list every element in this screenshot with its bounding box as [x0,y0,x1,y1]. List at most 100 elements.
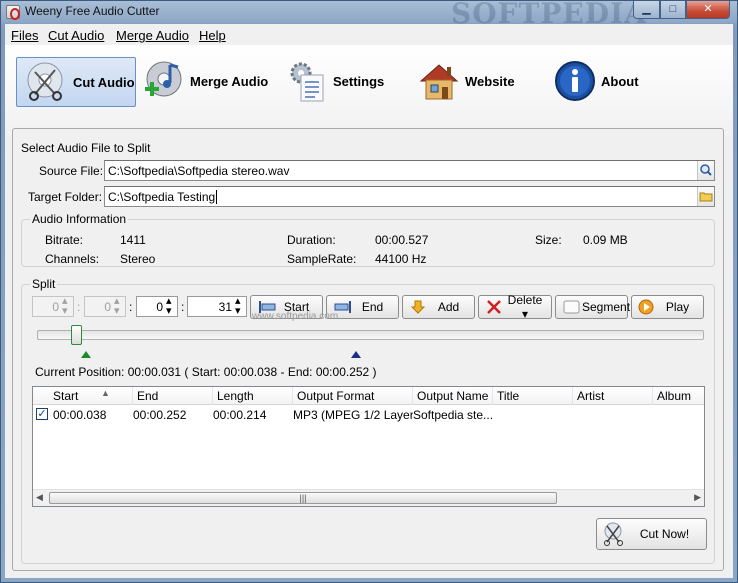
millisecond-spinner[interactable]: 31 [187,294,247,317]
channels-value: Stereo [120,252,156,266]
slider-thumb[interactable] [71,325,83,345]
menu-files[interactable]: Files [11,28,38,43]
second-spinner[interactable]: 0 [136,294,178,317]
scroll-left-icon[interactable]: ◀ [36,492,43,503]
source-file-label: Source File: [39,164,104,178]
colon-separator: : [77,300,81,314]
settings-button[interactable]: Settings [285,56,385,106]
column-output-format[interactable]: Output Format [293,387,413,405]
spin-arrows[interactable] [113,294,124,317]
column-title[interactable]: Title [493,387,573,405]
app-window: Weeny Free Audio Cutter SOFTPEDIA ▁ □ ✕ … [0,0,738,583]
browse-file-button[interactable] [697,161,714,180]
scissors-cd-icon [25,60,69,104]
set-end-label: End [361,300,384,314]
audio-info-title: Audio Information [30,212,129,226]
segment-button[interactable]: Segment [555,295,630,319]
title-bar[interactable]: Weeny Free Audio Cutter SOFTPEDIA ▁ □ ✕ [1,0,737,30]
text-cursor [216,190,218,204]
channels-label: Channels: [45,252,100,266]
about-button[interactable]: About [553,56,643,106]
column-start[interactable]: Start ▲ [33,387,133,405]
bitrate-value: 1411 [120,233,146,247]
column-start-label: Start [53,389,79,403]
current-position-text: Current Position: 00:00.031 ( Start: 00:… [35,365,377,379]
position-slider[interactable] [37,330,704,340]
start-marker-icon [81,351,91,358]
row-output-format: MP3 (MPEG 1/2 Layer 3) [293,408,413,422]
target-folder-field[interactable]: C:\Softpedia Testing [104,186,715,207]
browse-folder-button[interactable] [697,187,714,206]
split-title: Split [30,277,58,291]
segment-icon [562,299,582,315]
table-row[interactable]: ✓ 00:00.038 00:00.252 00:00.214 MP3 (MPE… [34,405,703,423]
minute-spinner[interactable]: 0 [84,294,126,317]
horizontal-scrollbar[interactable]: ◀ ||| ▶ [33,489,704,506]
samplerate-label: SampleRate: [287,252,357,266]
spin-arrows[interactable] [165,294,176,317]
column-end[interactable]: End [133,387,213,405]
menu-merge-audio[interactable]: Merge Audio [116,28,189,43]
source-file-field[interactable]: C:\Softpedia\Softpedia stereo.wav [104,160,715,181]
list-header: Start ▲ End Length Output Format Output N… [33,387,704,405]
settings-gears-icon [285,59,329,103]
cut-audio-panel: Select Audio File to Split Source File: … [12,128,724,571]
delete-x-icon [485,299,505,315]
menu-bar: Files Cut Audio Merge Audio Help [5,24,733,45]
delete-segment-button[interactable]: Delete ▾ [478,293,552,321]
segments-list[interactable]: Start ▲ End Length Output Format Output N… [32,386,705,507]
delete-segment-text: Delete [507,293,543,307]
cut-now-label: Cut Now! [639,527,690,541]
app-icon [6,5,20,20]
scrollbar-thumb[interactable]: ||| [49,492,557,504]
colon-separator: : [181,300,185,314]
minute-value: 0 [104,300,111,314]
cut-audio-button[interactable]: Cut Audio [16,57,136,107]
row-length: 00:00.214 [213,408,267,422]
row-checkbox[interactable]: ✓ [36,408,48,420]
spin-arrows[interactable] [234,294,245,317]
website-button[interactable]: Website [417,56,517,106]
minimize-button[interactable]: ▁ [633,1,660,19]
folder-icon [699,192,713,202]
split-group: Split 0 : 0 : 0 : 31 Start [21,277,715,564]
toolbar: Cut Audio Merge Audio Settings Website A… [5,45,733,137]
maximize-button[interactable]: □ [660,1,686,19]
hour-spinner[interactable]: 0 [32,294,74,317]
play-icon [638,299,658,315]
second-value: 0 [156,300,163,314]
column-output-name[interactable]: Output Name [413,387,493,405]
play-button[interactable]: Play [631,295,704,319]
column-album[interactable]: Album [653,387,704,405]
column-length[interactable]: Length [213,387,293,405]
play-label: Play [665,300,690,314]
window-title: Weeny Free Audio Cutter [25,4,160,18]
row-output-name: Softpedia ste... [413,408,493,422]
down-arrow-icon [409,299,429,315]
target-folder-value: C:\Softpedia Testing [108,190,216,204]
close-button[interactable]: ✕ [686,1,730,19]
menu-cut-audio[interactable]: Cut Audio [48,28,104,43]
spin-arrows[interactable] [61,294,72,317]
merge-audio-button[interactable]: Merge Audio [142,56,268,106]
cut-now-button[interactable]: Cut Now! [596,518,707,550]
menu-help[interactable]: Help [199,28,226,43]
size-label: Size: [535,233,562,247]
add-segment-button[interactable]: Add [402,295,475,319]
end-marker-icon [351,351,361,358]
delete-segment-label: Delete ▾ [505,293,551,321]
client-area: Files Cut Audio Merge Audio Help Cut Aud… [5,24,733,578]
add-segment-label: Add [437,300,460,314]
merge-cd-icon [142,59,186,103]
bitrate-label: Bitrate: [45,233,84,247]
duration-label: Duration: [287,233,336,247]
about-label: About [601,73,639,89]
source-file-value: C:\Softpedia\Softpedia stereo.wav [108,164,290,178]
scroll-right-icon[interactable]: ▶ [694,492,701,503]
size-value: 0.09 MB [583,233,628,247]
sort-ascending-icon: ▲ [101,388,110,398]
colon-separator: : [129,300,133,314]
column-artist[interactable]: Artist [573,387,653,405]
millisecond-value: 31 [218,300,232,314]
row-start: 00:00.038 [53,408,107,422]
